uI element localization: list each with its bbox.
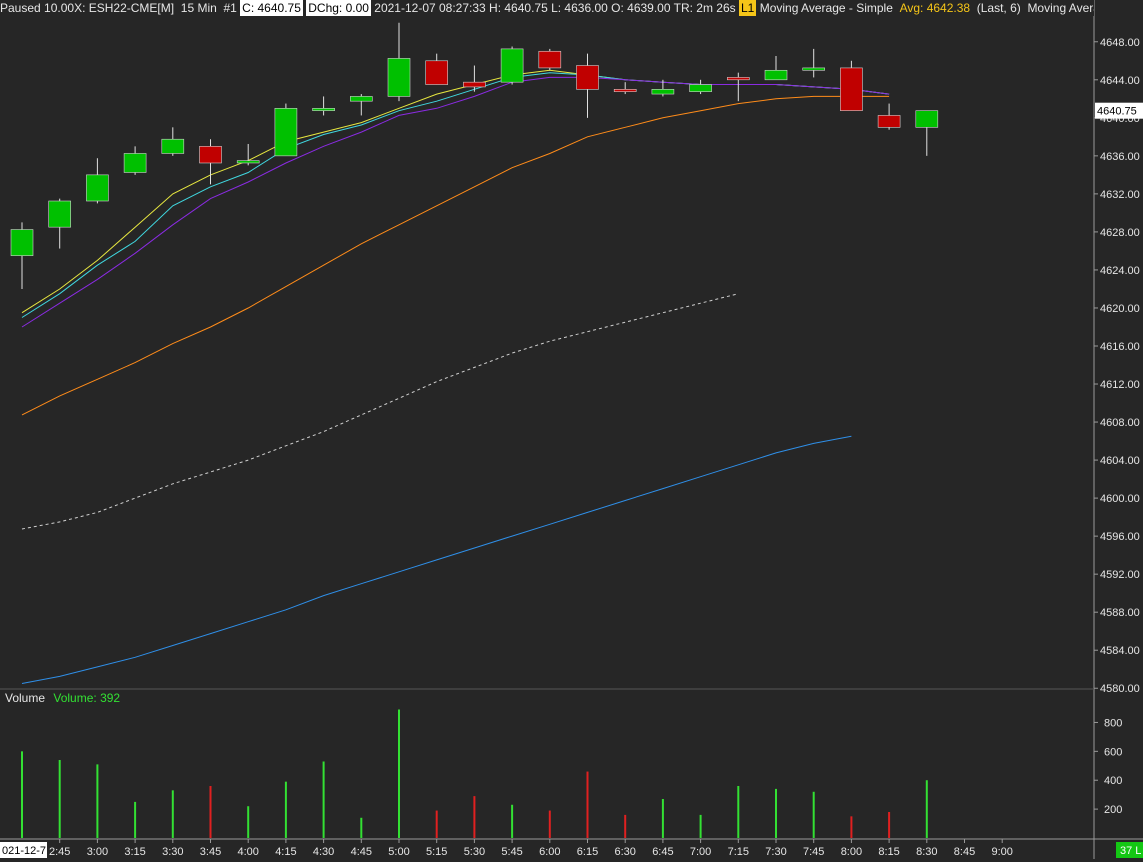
candle-body (877, 115, 901, 128)
price-tick-label: 4628.00 (1100, 227, 1140, 239)
volume-tick-label: 800 (1104, 717, 1122, 729)
volume-panel-title: Volume Volume: 392 (5, 691, 120, 705)
time-tick-label: 3:15 (124, 846, 145, 858)
price-tick-label: 4584.00 (1100, 645, 1140, 657)
chart-id: #1 (223, 1, 237, 15)
study-params: (Last, 6) (976, 1, 1021, 15)
candle-body (840, 67, 863, 111)
current-price-label: 4640.75 (1097, 106, 1137, 118)
volume-tick-label: 200 (1104, 804, 1122, 816)
study-name-2[interactable]: Moving Average - Simp (1027, 0, 1094, 16)
time-tick-label: 5:30 (464, 846, 485, 858)
candle-body (689, 84, 712, 92)
time-tick-label: 5:15 (426, 846, 447, 858)
candle-body (538, 50, 562, 69)
time-tick-label: 5:00 (388, 846, 409, 858)
candle-body (161, 138, 185, 154)
time-tick-label: 8:00 (841, 846, 862, 858)
volume-tick-label: 600 (1104, 746, 1122, 758)
price-tick-label: 4620.00 (1100, 303, 1140, 315)
candle-body (576, 65, 599, 90)
candle-body (86, 174, 109, 202)
bar-info: 2021-12-07 08:27:33 H: 4640.75 L: 4636.0… (374, 1, 736, 15)
volume-value: Volume: 392 (53, 691, 121, 705)
volume-value-label: 37 L (1120, 845, 1141, 857)
candle-body (387, 58, 411, 97)
candle-body (236, 160, 260, 164)
price-tick-label: 4608.00 (1100, 417, 1140, 429)
price-tick-label: 4604.00 (1100, 455, 1140, 467)
time-tick-label: 6:45 (652, 846, 673, 858)
candle-body (312, 108, 335, 111)
candle-body (199, 146, 222, 164)
time-tick-label: 4:30 (313, 846, 334, 858)
chart-area[interactable]: 4648.00 4644.00 4640.00 4636.00 4632.00 4628.… (0, 0, 1143, 859)
chart-svg[interactable]: 4648.004644.004640.004636.004632.004628.… (0, 0, 1143, 859)
time-tick-label: 3:45 (200, 846, 221, 858)
close-value: C: 4640.75 (240, 0, 303, 16)
time-tick-label: 3:00 (87, 846, 108, 858)
time-tick-label: 8:45 (954, 846, 975, 858)
price-tick-label: 4616.00 (1100, 341, 1140, 353)
time-tick-label: 8:30 (916, 846, 937, 858)
candle-body (274, 108, 298, 157)
candle-body (463, 81, 486, 88)
price-tick-label: 4600.00 (1100, 493, 1140, 505)
candle-body (726, 77, 750, 81)
price-tick-label: 4636.00 (1100, 151, 1140, 163)
moving-average-line (21, 293, 739, 530)
candle-body (10, 229, 34, 256)
candle-body (802, 67, 826, 71)
price-tick-label: 4632.00 (1100, 189, 1140, 201)
candle-body (651, 89, 675, 95)
time-tick-label: 3:30 (162, 846, 183, 858)
interval-label: 15 Min (180, 1, 217, 15)
time-tick-label: 5:45 (501, 846, 522, 858)
chart-header: Paused 10.00X: ESH22-CME[M] 15 Min #1 C:… (0, 0, 1094, 16)
candle-body (425, 60, 449, 85)
price-tick-label: 4644.00 (1100, 75, 1140, 87)
time-tick-label: 6:00 (539, 846, 560, 858)
study-avg-value: Avg: 4642.38 (899, 1, 971, 15)
time-tick-label: 7:15 (728, 846, 749, 858)
volume-label: Volume (5, 691, 46, 705)
time-tick-label: 7:00 (690, 846, 711, 858)
price-tick-label: 4624.00 (1100, 265, 1140, 277)
price-tick-label: 4612.00 (1100, 379, 1140, 391)
time-tick-label: 4:15 (275, 846, 296, 858)
status-text: Paused 10.00X: ESH22-CME[M] (0, 1, 175, 15)
dchg-value: DChg: 0.00 (306, 0, 371, 16)
time-tick-label: 7:45 (803, 846, 824, 858)
candle-body (915, 110, 939, 128)
time-tick-label: 4:45 (351, 846, 372, 858)
candle-body (613, 89, 637, 92)
candle-body (349, 96, 373, 102)
candle-body (123, 153, 147, 173)
candle-body (764, 69, 788, 81)
time-tick-label: 021-12-7 (2, 845, 46, 857)
candle-body (48, 200, 72, 228)
moving-average-line (21, 435, 852, 684)
time-tick-label: 4:00 (237, 846, 258, 858)
time-tick-label: 2:45 (49, 846, 70, 858)
time-tick-label: 9:00 (991, 846, 1012, 858)
time-tick-label: 7:30 (765, 846, 786, 858)
moving-average-line (21, 76, 890, 328)
study-name-1[interactable]: Moving Average - Simple (760, 0, 893, 16)
level-badge: L1 (739, 0, 757, 16)
time-tick-label: 6:30 (614, 846, 635, 858)
moving-average-line (21, 69, 890, 314)
price-tick-label: 4592.00 (1100, 569, 1140, 581)
time-tick-label: 8:15 (878, 846, 899, 858)
price-tick-label: 4596.00 (1100, 531, 1140, 543)
candle-body (500, 48, 524, 83)
moving-average-line (21, 72, 890, 318)
price-tick-label: 4648.00 (1100, 37, 1140, 49)
volume-tick-label: 400 (1104, 775, 1122, 787)
moving-average-line (21, 95, 890, 416)
time-tick-label: 6:15 (577, 846, 598, 858)
price-tick-label: 4588.00 (1100, 607, 1140, 619)
price-tick-label: 4580.00 (1100, 683, 1140, 695)
